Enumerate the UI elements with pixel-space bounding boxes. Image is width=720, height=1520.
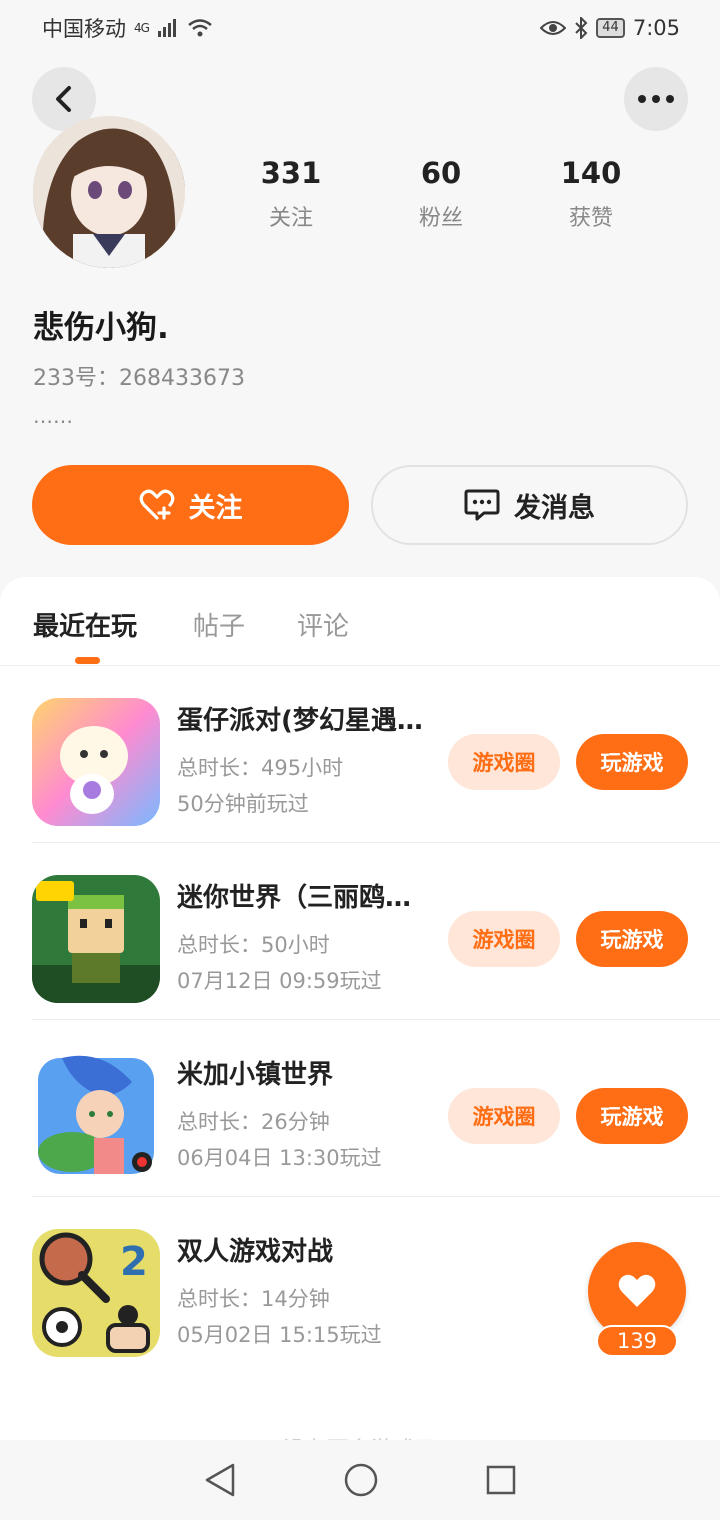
- stat-label: 关注: [268, 206, 313, 231]
- stat-label: 粉丝: [418, 206, 463, 231]
- stat-value: 331: [260, 156, 322, 190]
- tab-bar: 最近在玩 帖子 评论: [0, 577, 720, 666]
- status-right: 44 7:05: [540, 16, 680, 40]
- game-name: 米加小镇世界: [177, 1060, 334, 1090]
- tab-indicator: [75, 657, 100, 664]
- clock: 7:05: [632, 16, 680, 40]
- network-type: 4G: [134, 21, 150, 35]
- user-id: 233号：268433673: [33, 366, 245, 391]
- game-name: 蛋仔派对(梦幻星遇…: [177, 706, 423, 736]
- tab-recently-played[interactable]: 最近在玩: [33, 606, 137, 643]
- profile-stats: 331 关注 60 粉丝 140 获赞: [216, 156, 666, 232]
- carrier-text: 中国移动: [42, 17, 126, 41]
- svg-text:2: 2: [120, 1239, 148, 1285]
- tab-posts[interactable]: 帖子: [193, 606, 245, 643]
- two-player-art: 2: [32, 1229, 160, 1357]
- game-row[interactable]: 米加小镇世界 总时长：26分钟 06月04日 13:30玩过 游戏圈 玩游戏: [32, 1020, 720, 1197]
- game-last-played: 05月02日 15:15玩过: [177, 1323, 382, 1347]
- play-game-button[interactable]: 玩游戏: [576, 734, 688, 790]
- send-message-button[interactable]: 发消息: [371, 465, 688, 545]
- nav-home-icon[interactable]: [343, 1462, 379, 1498]
- game-name: 迷你世界（三丽鸥…: [177, 883, 412, 913]
- game-duration: 总时长：495小时: [177, 756, 344, 780]
- back-arrow-icon: [56, 86, 71, 112]
- nav-recents-icon[interactable]: [485, 1464, 517, 1496]
- stat-value: 60: [420, 156, 462, 190]
- mini-world-art: [32, 875, 160, 1003]
- game-icon-miga-town[interactable]: [32, 1052, 160, 1180]
- username: 悲伤小狗.: [33, 310, 169, 346]
- chat-bubble-icon: [464, 489, 500, 521]
- avatar-illustration: [33, 116, 185, 268]
- status-left: 中国移动 4G: [42, 13, 213, 43]
- eye-icon: [540, 21, 567, 35]
- avatar[interactable]: [33, 116, 185, 268]
- game-duration: 总时长：26分钟: [177, 1110, 330, 1134]
- stat-label: 获赞: [568, 206, 613, 231]
- battery-icon: 44: [596, 18, 625, 38]
- game-duration: 总时长：14分钟: [177, 1287, 330, 1311]
- play-game-button[interactable]: 玩游戏: [576, 1088, 688, 1144]
- stat-likes[interactable]: 140 获赞: [531, 156, 651, 232]
- game-icon-mini-world[interactable]: [32, 875, 160, 1003]
- system-nav-bar: [0, 1440, 720, 1520]
- follow-label: 关注: [188, 492, 243, 524]
- bio: ……: [33, 404, 73, 428]
- play-game-button[interactable]: 玩游戏: [576, 911, 688, 967]
- game-name: 双人游戏对战: [177, 1237, 334, 1267]
- heart-plus-icon: [139, 489, 174, 520]
- tab-comments[interactable]: 评论: [297, 606, 349, 643]
- game-last-played: 07月12日 09:59玩过: [177, 969, 382, 993]
- status-bar: 中国移动 4G 44 7:05: [0, 0, 720, 56]
- like-count-badge: 139: [596, 1325, 678, 1357]
- stat-followers[interactable]: 60 粉丝: [381, 156, 501, 232]
- follow-button[interactable]: 关注: [32, 465, 349, 545]
- bluetooth-icon: [575, 17, 588, 39]
- signal-icon: [157, 19, 176, 37]
- nav-back-icon[interactable]: [203, 1462, 237, 1498]
- game-last-played: 50分钟前玩过: [177, 792, 309, 816]
- game-row[interactable]: 蛋仔派对(梦幻星遇… 总时长：495小时 50分钟前玩过 游戏圈 玩游戏: [32, 666, 720, 843]
- heart-icon: [618, 1274, 656, 1307]
- stat-following[interactable]: 331 关注: [231, 156, 351, 232]
- game-circle-button[interactable]: 游戏圈: [448, 734, 560, 790]
- more-dots-icon: [638, 95, 674, 103]
- game-duration: 总时长：50小时: [177, 933, 330, 957]
- game-last-played: 06月04日 13:30玩过: [177, 1146, 382, 1170]
- game-row[interactable]: 迷你世界（三丽鸥… 总时长：50小时 07月12日 09:59玩过 游戏圈 玩游…: [32, 843, 720, 1020]
- stat-value: 140: [560, 156, 622, 190]
- game-circle-button[interactable]: 游戏圈: [448, 1088, 560, 1144]
- send-message-label: 发消息: [514, 492, 595, 524]
- wifi-icon: [188, 19, 212, 37]
- game-icon-eggy-party[interactable]: [32, 698, 160, 826]
- miga-town-art: [32, 1052, 160, 1180]
- eggy-party-art: [32, 698, 160, 826]
- more-options-button[interactable]: [624, 67, 688, 131]
- game-circle-button[interactable]: 游戏圈: [448, 911, 560, 967]
- content-panel: 最近在玩 帖子 评论 蛋仔派对(梦幻星遇… 总时长：495小时 50分钟前玩过 …: [0, 577, 720, 1520]
- game-icon-two-player[interactable]: 2: [32, 1229, 160, 1357]
